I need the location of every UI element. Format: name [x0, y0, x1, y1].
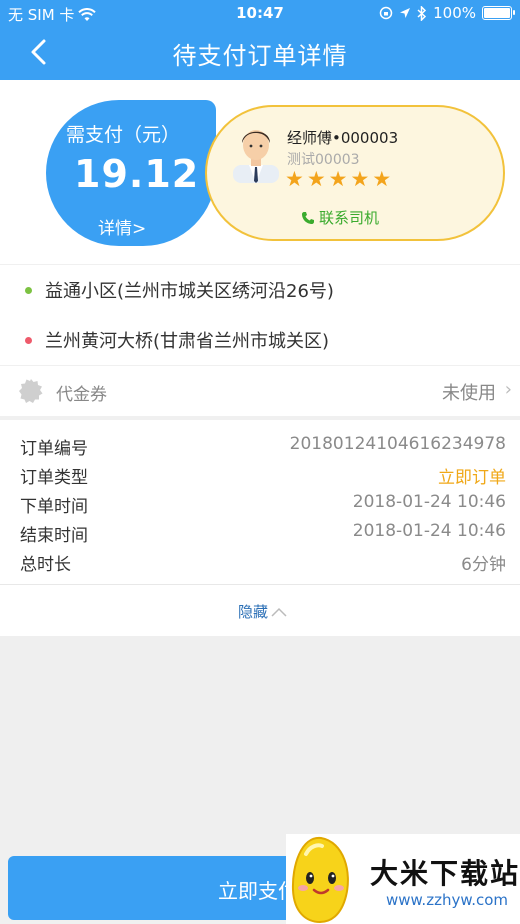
lock-rotation-icon — [379, 6, 393, 20]
payment-bubble: 需支付（元） 19.12 详情> — [46, 100, 230, 246]
chevron-right-icon: › — [504, 379, 512, 400]
end-time-value: 2018-01-24 10:46 — [352, 521, 506, 541]
duration-row: 总时长 6分钟 — [0, 546, 520, 575]
location-icon — [400, 8, 411, 18]
voucher-label: 代金券 — [56, 385, 107, 405]
end-dot-icon — [25, 336, 32, 344]
star-icon: ★ — [372, 167, 392, 191]
order-type-label: 订单类型 — [20, 468, 88, 488]
status-right: 100% — [379, 4, 515, 22]
order-number-label: 订单编号 — [20, 439, 88, 459]
page-title: 待支付订单详情 — [172, 42, 348, 70]
status-bar: 无 SIM 卡 10:47 100% — [0, 0, 520, 26]
duration-label: 总时长 — [20, 555, 71, 575]
hide-toggle-button[interactable]: 隐藏 — [238, 601, 288, 622]
driver-name: 经师傅•000003 — [287, 129, 399, 147]
battery-icon — [482, 6, 515, 20]
order-number-value: 2018012410461623497​8 — [289, 434, 506, 454]
mascot-logo-icon — [291, 836, 349, 924]
address-start-text: 益通小区(兰州市城关区绣河沿26号) — [45, 281, 334, 302]
payment-amount: 19.12 — [74, 152, 200, 196]
contact-driver-button[interactable]: 联系司机 — [301, 207, 379, 228]
start-dot-icon — [25, 286, 32, 294]
star-icon: ★ — [350, 167, 370, 191]
address-end: 兰州黄河大桥(甘肃省兰州市城关区) — [0, 315, 520, 365]
battery-percent: 100% — [433, 4, 476, 22]
hide-toggle-bar: 隐藏 — [0, 584, 520, 636]
phone-icon — [302, 211, 314, 224]
address-start: 益通小区(兰州市城关区绣河沿26号) — [0, 265, 520, 315]
order-number-row: 订单编号 2018012410461623497​8 — [0, 430, 520, 459]
payment-detail-link[interactable]: 详情> — [98, 214, 146, 239]
end-time-row: 结束时间 2018-01-24 10:46 — [0, 517, 520, 546]
voucher-row[interactable]: 代金券 未使用 › — [0, 366, 520, 416]
voucher-value: 未使用 — [442, 383, 496, 404]
voucher-badge-icon — [19, 379, 43, 403]
order-info: 订单编号 2018012410461623497​8 订单类型 立即订单 下单时… — [0, 420, 520, 584]
bluetooth-icon — [417, 5, 427, 21]
duration-value: 6分钟 — [461, 555, 506, 575]
order-type-value: 立即订单 — [438, 468, 506, 488]
order-time-label: 下单时间 — [20, 497, 88, 517]
address-list: 益通小区(兰州市城关区绣河沿26号) 兰州黄河大桥(甘肃省兰州市城关区) — [0, 265, 520, 365]
order-time-value: 2018-01-24 10:46 — [352, 492, 506, 512]
nav-bar: 待支付订单详情 — [0, 26, 520, 80]
watermark: 大米下载站 www.zzhyw.com — [286, 834, 520, 924]
end-time-label: 结束时间 — [20, 526, 88, 546]
driver-avatar-icon — [233, 130, 279, 183]
payment-summary-card: 需支付（元） 19.12 详情> 经师傅•000003 测试00003 ★ ★ … — [0, 80, 520, 264]
star-icon: ★ — [285, 167, 304, 191]
chevron-up-icon — [271, 607, 287, 617]
driver-card: 经师傅•000003 测试00003 ★ ★ ★ ★ ★ 联系司机 — [205, 105, 505, 241]
star-icon: ★ — [328, 167, 348, 191]
hide-toggle-label: 隐藏 — [238, 603, 269, 621]
watermark-url: www.zzhyw.com — [386, 891, 509, 909]
watermark-title: 大米下载站 — [370, 857, 520, 890]
contact-driver-label: 联系司机 — [319, 209, 380, 227]
driver-rating: ★ ★ ★ ★ ★ — [285, 167, 391, 191]
driver-subtitle: 测试00003 — [287, 152, 360, 168]
order-type-row: 订单类型 立即订单 — [0, 459, 520, 488]
payment-label: 需支付（元） — [66, 124, 181, 146]
address-end-text: 兰州黄河大桥(甘肃省兰州市城关区) — [45, 331, 330, 352]
header: 无 SIM 卡 10:47 100% 待支付订单详情 — [0, 0, 520, 80]
star-icon: ★ — [306, 167, 326, 191]
order-time-row: 下单时间 2018-01-24 10:46 — [0, 488, 520, 517]
empty-area — [0, 636, 520, 850]
